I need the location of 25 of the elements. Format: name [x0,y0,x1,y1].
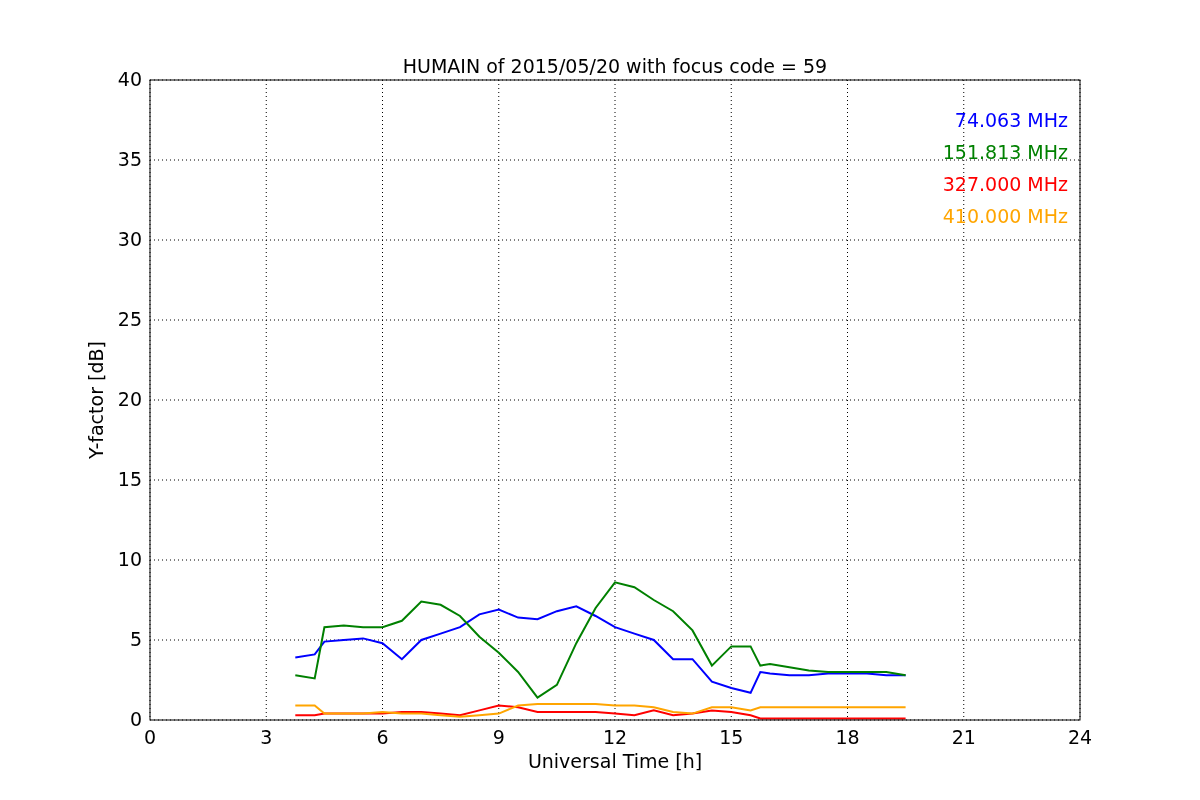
x-tick-label: 0 [143,726,157,748]
x-tick-label: 12 [602,726,628,748]
y-tick-label: 25 [117,308,142,330]
x-tick-label: 9 [492,726,505,748]
x-tick-label: 6 [376,726,389,748]
legend-label: 327.000 MHz [942,173,1068,195]
x-tick-label: 21 [951,726,976,748]
y-axis-label: Y-factor [dB] [85,341,107,459]
chart-title: HUMAIN of 2015/05/20 with focus code = 59 [402,55,828,77]
y-tick-label: 15 [117,468,142,490]
y-tick-label: 30 [117,228,142,250]
legend-label: 74.063 MHz [954,109,1068,131]
x-tick-label: 24 [1067,726,1093,748]
y-tick-label: 10 [117,548,142,570]
y-tick-label: 40 [117,68,142,90]
y-tick-label: 35 [117,148,142,170]
y-tick-label: 0 [129,708,142,730]
x-tick-label: 3 [260,726,273,748]
y-tick-label: 5 [129,628,142,650]
legend-label: 410.000 MHz [942,205,1068,227]
legend-label: 151.813 MHz [942,141,1068,163]
y-tick-label: 20 [117,388,142,410]
x-axis-label: Universal Time [h] [527,750,703,772]
x-tick-label: 15 [719,726,744,748]
x-tick-label: 18 [835,726,860,748]
